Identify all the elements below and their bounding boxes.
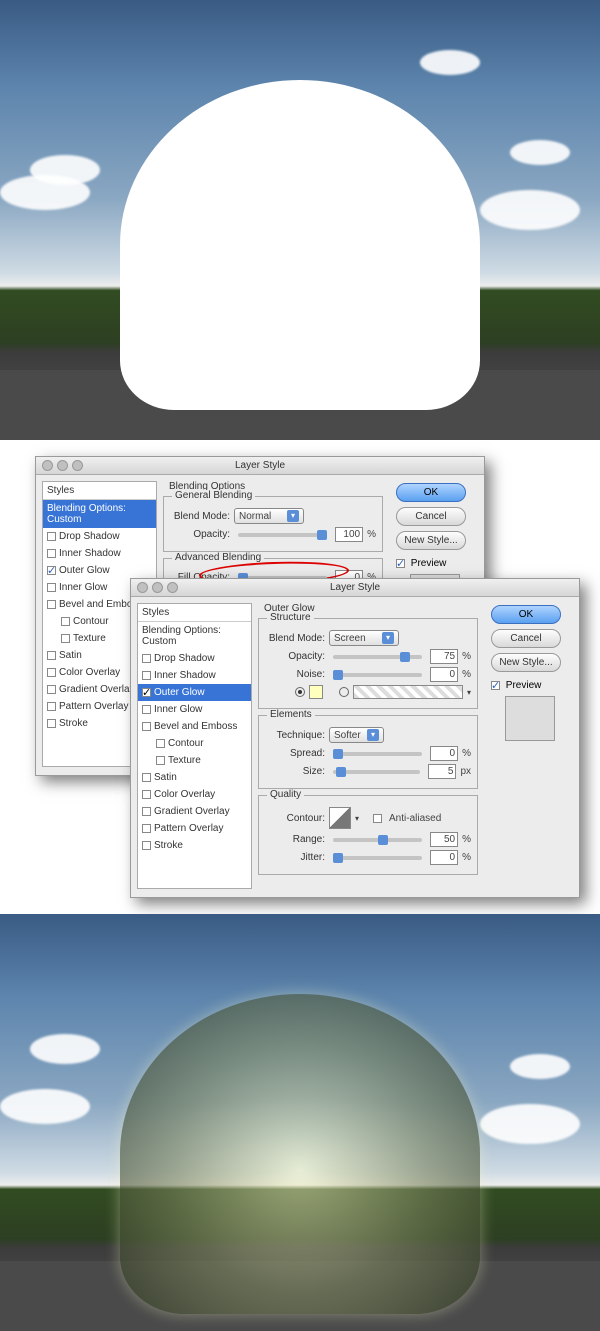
dialog-buttons: OK Cancel New Style... Preview: [491, 605, 569, 746]
sidebar-item-bevel[interactable]: Bevel and Emboss: [138, 718, 251, 735]
opacity-input[interactable]: 100: [335, 527, 363, 542]
anti-aliased-checkbox[interactable]: [373, 814, 382, 823]
styles-header[interactable]: Styles: [138, 604, 251, 622]
sidebar-item-inner-glow[interactable]: Inner Glow: [138, 701, 251, 718]
quality-group: Quality Contour: ▾ Anti-aliased Range: 5…: [258, 795, 478, 875]
layer-style-dialog-outer-glow: Layer Style Styles Blending Options: Cus…: [130, 578, 580, 898]
general-blending-group: General Blending Blend Mode: Normal▾ Opa…: [163, 496, 383, 552]
structure-group: Structure Blend Mode: Screen▾ Opacity: 7…: [258, 618, 478, 709]
cancel-button[interactable]: Cancel: [491, 629, 561, 648]
white-dome-shape: [120, 80, 480, 410]
sidebar-item-drop-shadow[interactable]: Drop Shadow: [138, 650, 251, 667]
dialog-title: Layer Style: [330, 582, 380, 593]
new-style-button[interactable]: New Style...: [491, 653, 561, 672]
glow-color-swatch[interactable]: [309, 685, 323, 699]
spread-input[interactable]: 0: [430, 746, 458, 761]
blend-mode-select[interactable]: Normal▾: [234, 508, 304, 524]
top-result-image: [0, 0, 600, 440]
sidebar-item-outer-glow[interactable]: Outer Glow: [138, 684, 251, 701]
technique-select[interactable]: Softer▾: [329, 727, 384, 743]
zoom-icon[interactable]: [72, 460, 83, 471]
preview-checkbox[interactable]: [491, 681, 500, 690]
ok-button[interactable]: OK: [396, 483, 466, 502]
gradient-picker[interactable]: [353, 685, 463, 699]
color-radio[interactable]: [295, 687, 305, 697]
size-input[interactable]: 5: [428, 764, 456, 779]
sidebar-item-contour[interactable]: Contour: [138, 735, 251, 752]
minimize-icon[interactable]: [152, 582, 163, 593]
bottom-result-image: [0, 914, 600, 1331]
sidebar-item-color-overlay[interactable]: Color Overlay: [138, 786, 251, 803]
opacity-input[interactable]: 75: [430, 649, 458, 664]
noise-slider[interactable]: [333, 673, 422, 677]
chevron-down-icon: ▾: [287, 510, 299, 522]
sidebar-item-pattern-overlay[interactable]: Pattern Overlay: [138, 820, 251, 837]
styles-list: Styles Blending Options: Custom Drop Sha…: [137, 603, 252, 889]
close-icon[interactable]: [137, 582, 148, 593]
range-input[interactable]: 50: [430, 832, 458, 847]
minimize-icon[interactable]: [57, 460, 68, 471]
gradient-radio[interactable]: [339, 687, 349, 697]
sidebar-item-outer-glow[interactable]: Outer Glow: [43, 562, 156, 579]
chevron-down-icon: ▾: [367, 729, 379, 741]
sidebar-item-gradient-overlay[interactable]: Gradient Overlay: [138, 803, 251, 820]
jitter-slider[interactable]: [333, 856, 422, 860]
size-slider[interactable]: [333, 770, 420, 774]
glow-dome-result: [120, 994, 480, 1314]
blending-options-item[interactable]: Blending Options: Custom: [43, 500, 156, 528]
sidebar-item-satin[interactable]: Satin: [138, 769, 251, 786]
chevron-down-icon: ▾: [382, 632, 394, 644]
dialog-title: Layer Style: [235, 460, 285, 471]
zoom-icon[interactable]: [167, 582, 178, 593]
sidebar-item-drop-shadow[interactable]: Drop Shadow: [43, 528, 156, 545]
blending-options-item[interactable]: Blending Options: Custom: [138, 622, 251, 650]
range-slider[interactable]: [333, 838, 422, 842]
dialog-titlebar[interactable]: Layer Style: [36, 457, 484, 475]
jitter-input[interactable]: 0: [430, 850, 458, 865]
contour-picker[interactable]: [329, 807, 351, 829]
cancel-button[interactable]: Cancel: [396, 507, 466, 526]
opacity-slider[interactable]: [238, 533, 327, 537]
noise-input[interactable]: 0: [430, 667, 458, 682]
close-icon[interactable]: [42, 460, 53, 471]
spread-slider[interactable]: [333, 752, 422, 756]
preview-swatch: [505, 696, 555, 741]
new-style-button[interactable]: New Style...: [396, 531, 466, 550]
sidebar-item-texture[interactable]: Texture: [138, 752, 251, 769]
sidebar-item-inner-shadow[interactable]: Inner Shadow: [138, 667, 251, 684]
ok-button[interactable]: OK: [491, 605, 561, 624]
sidebar-item-inner-shadow[interactable]: Inner Shadow: [43, 545, 156, 562]
opacity-slider[interactable]: [333, 655, 422, 659]
blend-mode-select[interactable]: Screen▾: [329, 630, 399, 646]
preview-checkbox[interactable]: [396, 559, 405, 568]
sidebar-item-stroke[interactable]: Stroke: [138, 837, 251, 854]
styles-header[interactable]: Styles: [43, 482, 156, 500]
dialog-titlebar[interactable]: Layer Style: [131, 579, 579, 597]
elements-group: Elements Technique: Softer▾ Spread: 0 % …: [258, 715, 478, 789]
